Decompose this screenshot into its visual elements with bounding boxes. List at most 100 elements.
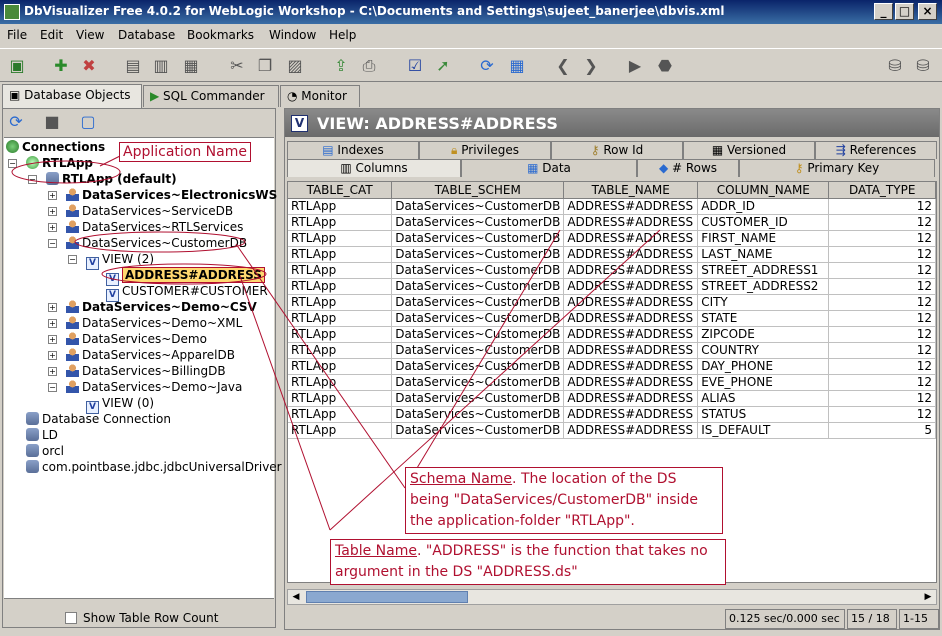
table-cell[interactable]: DataServices~CustomerDB <box>391 358 565 375</box>
table-cell[interactable]: ADDRESS#ADDRESS <box>563 390 699 407</box>
expand-toggle[interactable]: + <box>48 303 57 312</box>
table-cell[interactable]: 12 <box>828 342 936 359</box>
tree-ds-rtlservices[interactable]: DataServices~RTLServices <box>66 220 243 234</box>
table-cell[interactable]: RTLApp <box>288 406 393 423</box>
table-cell[interactable]: DataServices~CustomerDB <box>391 422 565 439</box>
add-connection-icon[interactable]: ✚ <box>50 55 72 77</box>
tree-conn-ld[interactable]: LD <box>26 428 58 442</box>
scroll-thumb[interactable] <box>306 591 468 603</box>
tree-conn-database-connection[interactable]: Database Connection <box>26 412 171 426</box>
tree-ds-demo[interactable]: DataServices~Demo <box>66 332 207 346</box>
save-all-icon[interactable]: ▦ <box>180 55 202 77</box>
table-cell[interactable]: STATE <box>697 310 830 327</box>
table-cell[interactable]: 12 <box>828 406 936 423</box>
table-cell[interactable]: ZIPCODE <box>697 326 830 343</box>
checklist-icon[interactable]: ☑ <box>404 55 426 77</box>
tree-app-rtlapp[interactable]: RTLApp <box>26 156 93 170</box>
table-cell[interactable]: 12 <box>828 262 936 279</box>
table-cell[interactable]: 12 <box>828 294 936 311</box>
table-row[interactable]: RTLApp DataServices~CustomerDB ADDRESS#ADD… <box>288 374 936 391</box>
tree-ds-billingdb[interactable]: DataServices~BillingDB <box>66 364 226 378</box>
table-cell[interactable]: DataServices~CustomerDB <box>391 294 565 311</box>
table-cell[interactable]: DataServices~CustomerDB <box>391 246 565 263</box>
menu-edit[interactable]: Edit <box>40 28 63 42</box>
refresh-tree-icon[interactable]: ⟳ <box>5 111 27 133</box>
table-cell[interactable]: CITY <box>697 294 830 311</box>
table-cell[interactable]: 12 <box>828 310 936 327</box>
tree-conn-orcl[interactable]: orcl <box>26 444 64 458</box>
table-row[interactable]: RTLApp DataServices~CustomerDB ADDRESS#ADD… <box>288 230 936 247</box>
table-cell[interactable]: RTLApp <box>288 390 393 407</box>
tab-indexes[interactable]: ▤ Indexes <box>287 141 419 159</box>
table-cell[interactable]: STREET_ADDRESS2 <box>697 278 830 295</box>
table-cell[interactable]: ADDRESS#ADDRESS <box>563 326 699 343</box>
col-header-column-name[interactable]: COLUMN_NAME <box>697 182 830 199</box>
table-cell[interactable]: DataServices~CustomerDB <box>391 230 565 247</box>
expand-toggle[interactable]: + <box>48 207 57 216</box>
table-cell[interactable]: DataServices~CustomerDB <box>391 198 565 215</box>
show-row-count[interactable]: Show Table Row Count <box>65 611 218 625</box>
horizontal-scrollbar[interactable]: ◀ ▶ <box>287 589 937 605</box>
expand-toggle[interactable]: + <box>48 367 57 376</box>
table-cell[interactable]: ADDRESS#ADDRESS <box>563 230 699 247</box>
table-cell[interactable]: RTLApp <box>288 214 393 231</box>
close-button[interactable]: × <box>918 3 937 20</box>
table-cell[interactable]: ADDRESS#ADDRESS <box>563 214 699 231</box>
tree-ds-servicedb[interactable]: DataServices~ServiceDB <box>66 204 233 218</box>
stop-tree-icon[interactable]: ■ <box>41 111 63 133</box>
table-cell[interactable]: DataServices~CustomerDB <box>391 390 565 407</box>
table-cell[interactable]: 12 <box>828 390 936 407</box>
table-row[interactable]: RTLApp DataServices~CustomerDB ADDRESS#ADD… <box>288 342 936 359</box>
tree-ds-customerdb[interactable]: DataServices~CustomerDB <box>66 236 247 250</box>
show-row-count-checkbox[interactable] <box>65 612 77 624</box>
table-cell[interactable]: RTLApp <box>288 230 393 247</box>
tab-rows[interactable]: ◆ # Rows <box>637 159 739 177</box>
table-cell[interactable]: RTLApp <box>288 262 393 279</box>
scroll-right-icon[interactable]: ▶ <box>921 590 935 604</box>
table-cell[interactable]: DataServices~CustomerDB <box>391 326 565 343</box>
tab-sql-commander[interactable]: ▶ SQL Commander <box>143 85 279 107</box>
table-cell[interactable]: FIRST_NAME <box>697 230 830 247</box>
col-header-table-name[interactable]: TABLE_NAME <box>563 182 699 199</box>
col-header-data-type[interactable]: DATA_TYPE <box>828 182 936 199</box>
paste-icon[interactable]: ▨ <box>284 55 306 77</box>
tab-references[interactable]: ⇶ References <box>815 141 937 159</box>
table-cell[interactable]: RTLApp <box>288 294 393 311</box>
forward-icon[interactable]: ❯ <box>580 55 602 77</box>
table-cell[interactable]: CUSTOMER_ID <box>697 214 830 231</box>
expand-toggle[interactable]: + <box>48 319 57 328</box>
table-cell[interactable]: DAY_PHONE <box>697 358 830 375</box>
table-cell[interactable]: ADDRESS#ADDRESS <box>563 278 699 295</box>
table-row[interactable]: RTLApp DataServices~CustomerDB ADDRESS#ADD… <box>288 390 936 407</box>
expand-toggle[interactable]: + <box>48 223 57 232</box>
table-cell[interactable]: ADDR_ID <box>697 198 830 215</box>
expand-toggle[interactable]: − <box>48 383 57 392</box>
tree-ds-electronicsws[interactable]: DataServices~ElectronicsWS <box>66 188 277 202</box>
tree-conn-pointbase[interactable]: com.pointbase.jdbc.jdbcUniversalDriver <box>26 460 282 474</box>
tree-ds-demo-java[interactable]: DataServices~Demo~Java <box>66 380 242 394</box>
table-row[interactable]: RTLApp DataServices~CustomerDB ADDRESS#ADD… <box>288 406 936 423</box>
col-header-table-schem[interactable]: TABLE_SCHEM <box>391 182 565 199</box>
expand-toggle[interactable]: − <box>68 255 77 264</box>
table-cell[interactable]: DataServices~CustomerDB <box>391 310 565 327</box>
tree-ds-appareldb[interactable]: DataServices~ApparelDB <box>66 348 235 362</box>
table-cell[interactable]: DataServices~CustomerDB <box>391 214 565 231</box>
tree-ds-demo-xml[interactable]: DataServices~Demo~XML <box>66 316 242 330</box>
table-row[interactable]: RTLApp DataServices~CustomerDB ADDRESS#ADD… <box>288 358 936 375</box>
minimize-button[interactable]: _ <box>874 3 893 20</box>
maximize-button[interactable]: □ <box>895 3 914 20</box>
table-cell[interactable]: ADDRESS#ADDRESS <box>563 246 699 263</box>
expand-toggle[interactable]: + <box>48 335 57 344</box>
back-icon[interactable]: ❮ <box>552 55 574 77</box>
menu-file[interactable]: File <box>7 28 27 42</box>
table-cell[interactable]: ADDRESS#ADDRESS <box>563 198 699 215</box>
expand-toggle[interactable]: − <box>48 239 57 248</box>
table-cell[interactable]: 5 <box>828 422 936 439</box>
copy-icon[interactable]: ❐ <box>254 55 276 77</box>
tab-row-id[interactable]: ⚷ Row Id <box>551 141 683 159</box>
table-row[interactable]: RTLApp DataServices~CustomerDB ADDRESS#ADD… <box>288 278 936 295</box>
menu-help[interactable]: Help <box>329 28 356 42</box>
run-icon[interactable]: ▶ <box>624 55 646 77</box>
expand-toggle[interactable]: − <box>8 159 17 168</box>
table-cell[interactable]: 12 <box>828 326 936 343</box>
